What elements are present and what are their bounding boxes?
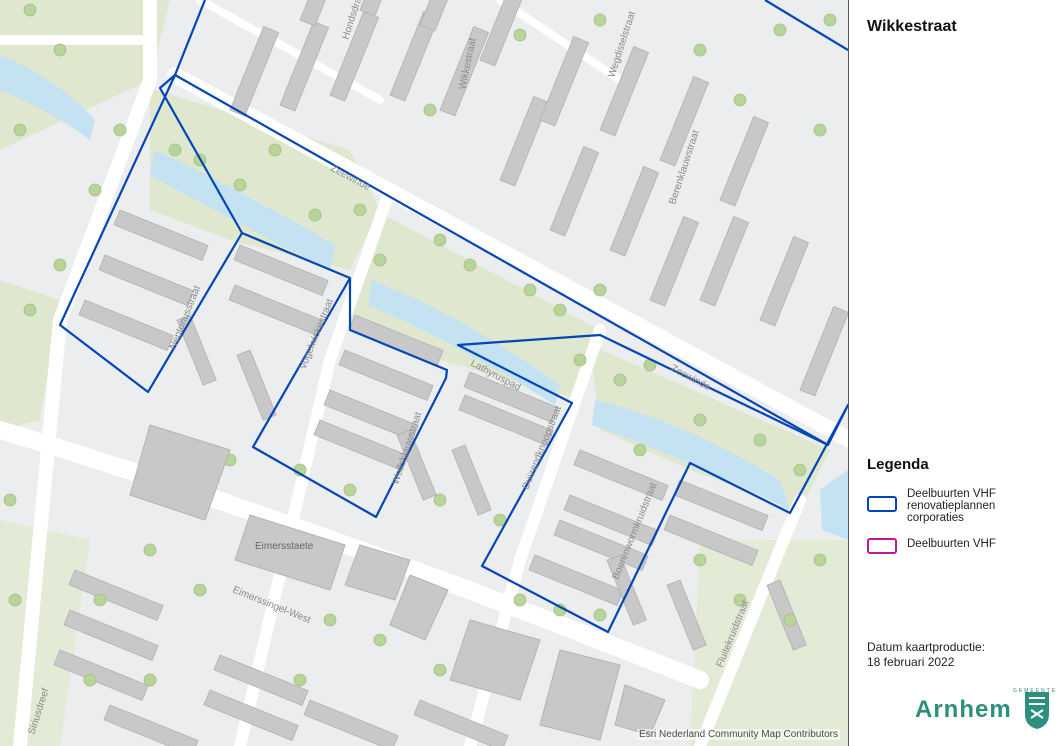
map-canvas[interactable]: Wikkestraat Wegdistelstraat Berenklauwst… (0, 0, 848, 746)
tree (193, 583, 207, 597)
tree (513, 28, 527, 42)
tree (433, 493, 447, 507)
building-row (609, 166, 660, 257)
building-row (759, 236, 810, 327)
legend-swatch-magenta (867, 538, 897, 554)
building-row (451, 444, 492, 516)
building-row (229, 26, 280, 117)
building-row (103, 704, 199, 746)
legend-title: Legenda (867, 456, 929, 473)
tree (433, 663, 447, 677)
crest-icon (1025, 692, 1049, 729)
building-row (719, 116, 770, 207)
tree (773, 23, 787, 37)
building-row (539, 36, 590, 127)
building-row (649, 216, 700, 307)
building-row (413, 699, 509, 746)
tree (793, 463, 807, 477)
arnhem-logo: GEMEENTE Arnhem (915, 688, 1055, 736)
tree (513, 593, 527, 607)
tree (573, 353, 587, 367)
building-row (78, 299, 174, 351)
tree (463, 258, 477, 272)
building-row (549, 146, 600, 237)
map-view[interactable]: Wikkestraat Wegdistelstraat Berenklauwst… (0, 0, 848, 746)
poi-label: Eimersstaete (255, 541, 314, 552)
tree (813, 123, 827, 137)
building-row (699, 216, 750, 307)
building-row (228, 284, 324, 336)
tree (8, 593, 22, 607)
building-row (68, 569, 164, 621)
tree (143, 543, 157, 557)
tree (633, 443, 647, 457)
building-row (499, 96, 550, 187)
building-row (98, 254, 194, 306)
tree (373, 633, 387, 647)
tree (613, 373, 627, 387)
building-row (419, 0, 470, 32)
tree (113, 123, 127, 137)
tree (693, 43, 707, 57)
tree (323, 613, 337, 627)
building-row (303, 699, 399, 746)
tree (593, 13, 607, 27)
tree (23, 3, 37, 17)
tree (83, 673, 97, 687)
tree (23, 303, 37, 317)
tree (343, 483, 357, 497)
tree (373, 253, 387, 267)
legend-label: Deelbuurten VHF renovatieplannen corpora… (907, 488, 996, 524)
tree (233, 178, 247, 192)
building-row (799, 306, 848, 397)
tree (3, 493, 17, 507)
building-row (63, 609, 159, 661)
legend-item-renovation: Deelbuurten VHF renovatieplannen corpora… (867, 488, 1017, 524)
logo-name: Arnhem (915, 696, 1012, 723)
map-title: Wikkestraat (867, 18, 957, 35)
tree (693, 553, 707, 567)
tree (93, 593, 107, 607)
legend-swatch-blue (867, 496, 897, 512)
tree (813, 553, 827, 567)
tree (293, 673, 307, 687)
tree (553, 303, 567, 317)
tree (593, 283, 607, 297)
tree (783, 613, 797, 627)
legend-panel: Wikkestraat Legenda Deelbuurten VHF reno… (848, 0, 1060, 746)
building-row (299, 0, 350, 27)
tree (53, 43, 67, 57)
tree (353, 203, 367, 217)
tree (593, 608, 607, 622)
tree (13, 123, 27, 137)
building-row (599, 46, 650, 137)
legend-item-vhf: Deelbuurten VHF (867, 538, 1017, 554)
tree (733, 93, 747, 107)
tree (168, 143, 182, 157)
tree (753, 433, 767, 447)
tree (143, 673, 157, 687)
production-date: 18 februari 2022 (867, 655, 955, 669)
tree (433, 233, 447, 247)
tree (53, 258, 67, 272)
tree (308, 208, 322, 222)
legend-label: Deelbuurten VHF (907, 538, 996, 550)
tree (88, 183, 102, 197)
tree (423, 103, 437, 117)
tree (268, 143, 282, 157)
production-date-label: Datum kaartproductie: (867, 640, 986, 654)
map-attribution: Esri Nederland Community Map Contributor… (637, 729, 840, 740)
tree (823, 13, 837, 27)
tree (523, 283, 537, 297)
building-row (236, 349, 277, 421)
